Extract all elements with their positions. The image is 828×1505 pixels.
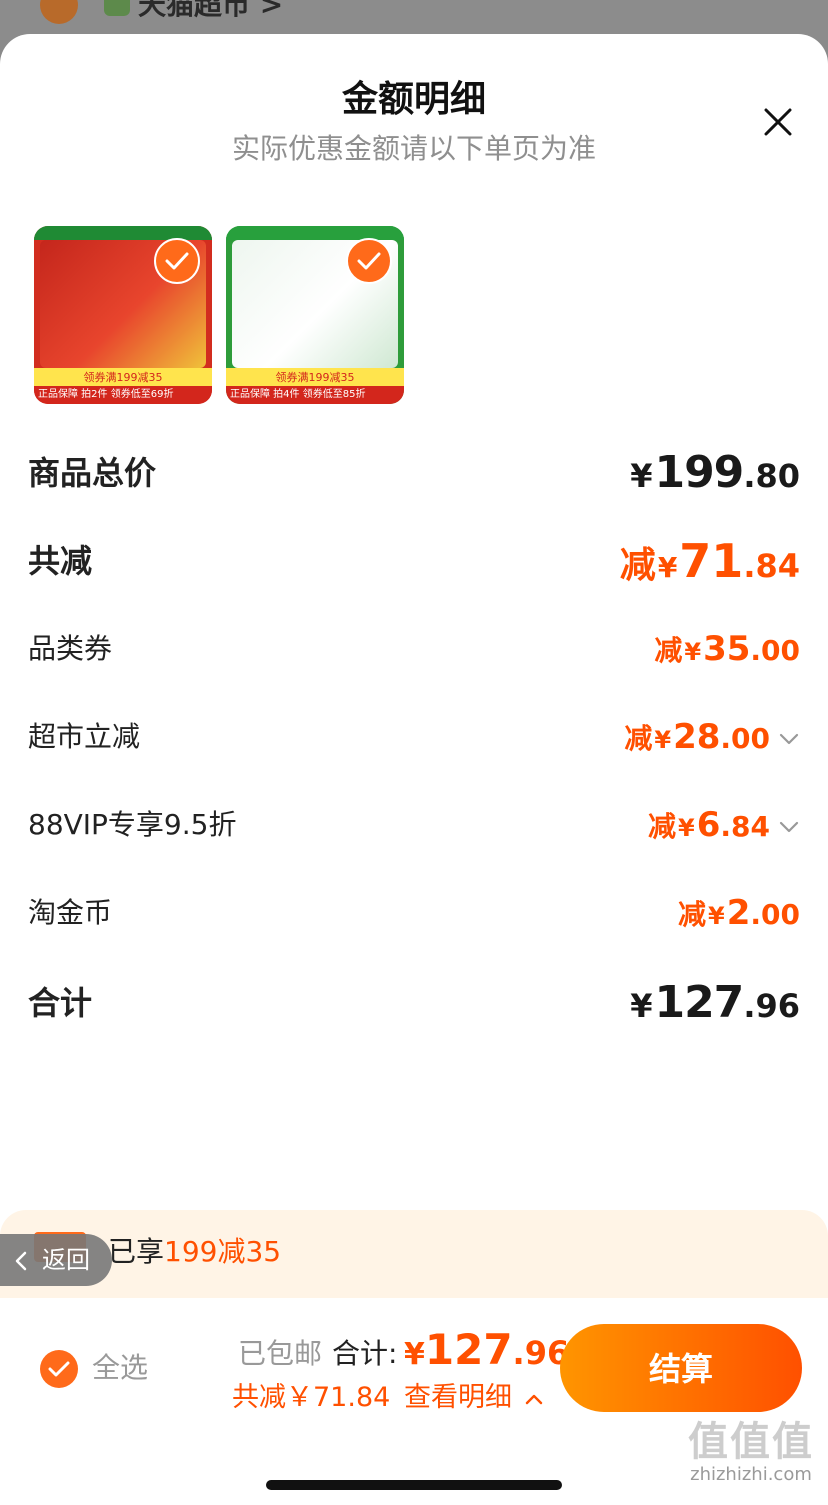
selected-check-icon	[154, 238, 200, 284]
row-label: 品类券	[28, 632, 113, 665]
thumbnail-coupon-strip: 领券满199减35	[226, 368, 404, 388]
value-decimal: .00	[720, 722, 770, 755]
currency-symbol: ¥	[654, 726, 672, 754]
row-value: ¥ 127 .96	[628, 978, 800, 1031]
value-integer: 199	[654, 447, 744, 498]
row-label: 共减	[28, 542, 93, 580]
close-icon	[764, 108, 792, 136]
amount-detail-sheet: 金额明细 实际优惠金额请以下单页为准 领券满199减35 正品保障 拍2件 领券…	[0, 34, 828, 1505]
value-integer: 6	[696, 805, 721, 845]
row-label: 超市立减	[28, 720, 141, 753]
value-integer: 71	[679, 534, 744, 588]
value-integer: 28	[673, 717, 721, 757]
row-label: 淘金币	[28, 896, 113, 929]
discount-prefix: 减	[619, 545, 656, 586]
shop-check-icon	[40, 0, 78, 24]
currency-symbol: ¥	[657, 551, 678, 584]
chevron-left-icon	[15, 1251, 27, 1271]
currency-symbol: ¥	[678, 814, 695, 842]
row-supermarket-discount[interactable]: 超市立减 减 ¥ 28 .00	[28, 712, 800, 762]
row-grand-total: 合计 ¥ 127 .96	[28, 978, 800, 1028]
row-label: 商品总价	[28, 454, 157, 492]
checkout-button[interactable]: 结算	[560, 1324, 802, 1412]
row-goods-total: 商品总价 ¥ 199 .80	[28, 448, 800, 498]
shop-logo-icon	[104, 0, 130, 16]
currency-symbol: ¥	[708, 902, 725, 930]
discount-prefix: 减	[624, 722, 653, 755]
total-saved: 共减￥71.84	[232, 1382, 391, 1413]
row-value: ¥ 199 .80	[628, 448, 800, 501]
total-label: 合计:	[332, 1337, 398, 1370]
watermark-logo: 值值值	[688, 1419, 814, 1465]
selected-check-icon	[346, 238, 392, 284]
value-integer: 127	[654, 977, 744, 1028]
row-value: 减 ¥ 28 .00	[624, 712, 800, 765]
check-icon	[48, 1361, 70, 1377]
watermark: 值值值 zhizhizhi.com	[676, 1420, 826, 1486]
thumbnail-footer: 正品保障 拍2件 领券低至69折	[34, 386, 212, 404]
value-decimal: .84	[743, 547, 800, 585]
promo-prefix: 已享	[108, 1235, 165, 1268]
view-details-link[interactable]: 查看明细	[404, 1378, 543, 1418]
product-thumbnail-redbull[interactable]: 领券满199减35 正品保障 拍2件 领券低至69折	[34, 226, 212, 404]
discount-prefix: 减	[648, 810, 677, 843]
home-indicator	[266, 1480, 562, 1490]
sheet-subtitle: 实际优惠金额请以下单页为准	[231, 132, 596, 165]
thumbnail-footer: 正品保障 拍4件 领券低至85折	[226, 386, 404, 404]
back-button[interactable]: 返回	[0, 1234, 112, 1286]
row-label: 88VIP专享9.5折	[28, 808, 237, 841]
select-all-label[interactable]: 全选	[92, 1346, 148, 1390]
value-decimal: .00	[750, 634, 800, 667]
value-decimal: .84	[720, 810, 770, 843]
row-label: 合计	[28, 984, 93, 1022]
watermark-text: zhizhizhi.com	[690, 1464, 812, 1485]
shop-name: 天猫超市 >	[138, 0, 284, 21]
row-value: 减 ¥ 71 .84	[620, 536, 800, 593]
value-decimal: .00	[750, 898, 800, 931]
row-total-discount: 共减 减 ¥ 71 .84	[28, 536, 800, 586]
product-thumbnail-water[interactable]: 领券满199减35 正品保障 拍4件 领券低至85折	[226, 226, 404, 404]
chevron-up-icon	[525, 1394, 542, 1405]
value-integer: 2	[726, 893, 751, 933]
select-all-checkbox[interactable]	[40, 1350, 78, 1388]
currency-symbol: ¥	[404, 1337, 425, 1372]
promo-highlight: 199减35	[164, 1235, 282, 1268]
sheet-title: 金额明细	[341, 79, 486, 120]
currency-symbol: ¥	[630, 987, 653, 1025]
row-value: 减 ¥ 6 .84	[648, 800, 800, 853]
thumbnail-banner	[34, 226, 212, 240]
view-details-label: 查看明细	[404, 1382, 512, 1413]
chevron-down-icon[interactable]	[778, 816, 800, 838]
free-shipping-label: 已包邮	[238, 1337, 323, 1370]
value-decimal: .96	[743, 987, 800, 1025]
discount-prefix: 减	[678, 898, 707, 931]
value-integer: 35	[703, 629, 751, 669]
currency-symbol: ¥	[630, 457, 653, 495]
row-value: 减 ¥ 35 .00	[654, 624, 800, 677]
row-taojinbi: 淘金币 减 ¥ 2 .00	[28, 888, 800, 938]
currency-symbol: ¥	[684, 638, 702, 666]
chevron-down-icon[interactable]	[778, 728, 800, 750]
close-button[interactable]	[758, 102, 798, 142]
thumbnail-banner	[226, 226, 404, 240]
total-integer: 127	[424, 1325, 513, 1374]
row-value: 减 ¥ 2 .00	[678, 888, 800, 941]
back-label: 返回	[42, 1246, 90, 1274]
promotion-text: 已享199减35	[108, 1230, 281, 1274]
thumbnail-coupon-strip: 领券满199减35	[34, 368, 212, 388]
discount-prefix: 减	[654, 634, 683, 667]
total-amount: ¥ 127 .96	[404, 1320, 569, 1385]
row-88vip-discount[interactable]: 88VIP专享9.5折 减 ¥ 6 .84	[28, 800, 800, 850]
row-category-coupon: 品类券 减 ¥ 35 .00	[28, 624, 800, 674]
value-decimal: .80	[743, 457, 800, 495]
